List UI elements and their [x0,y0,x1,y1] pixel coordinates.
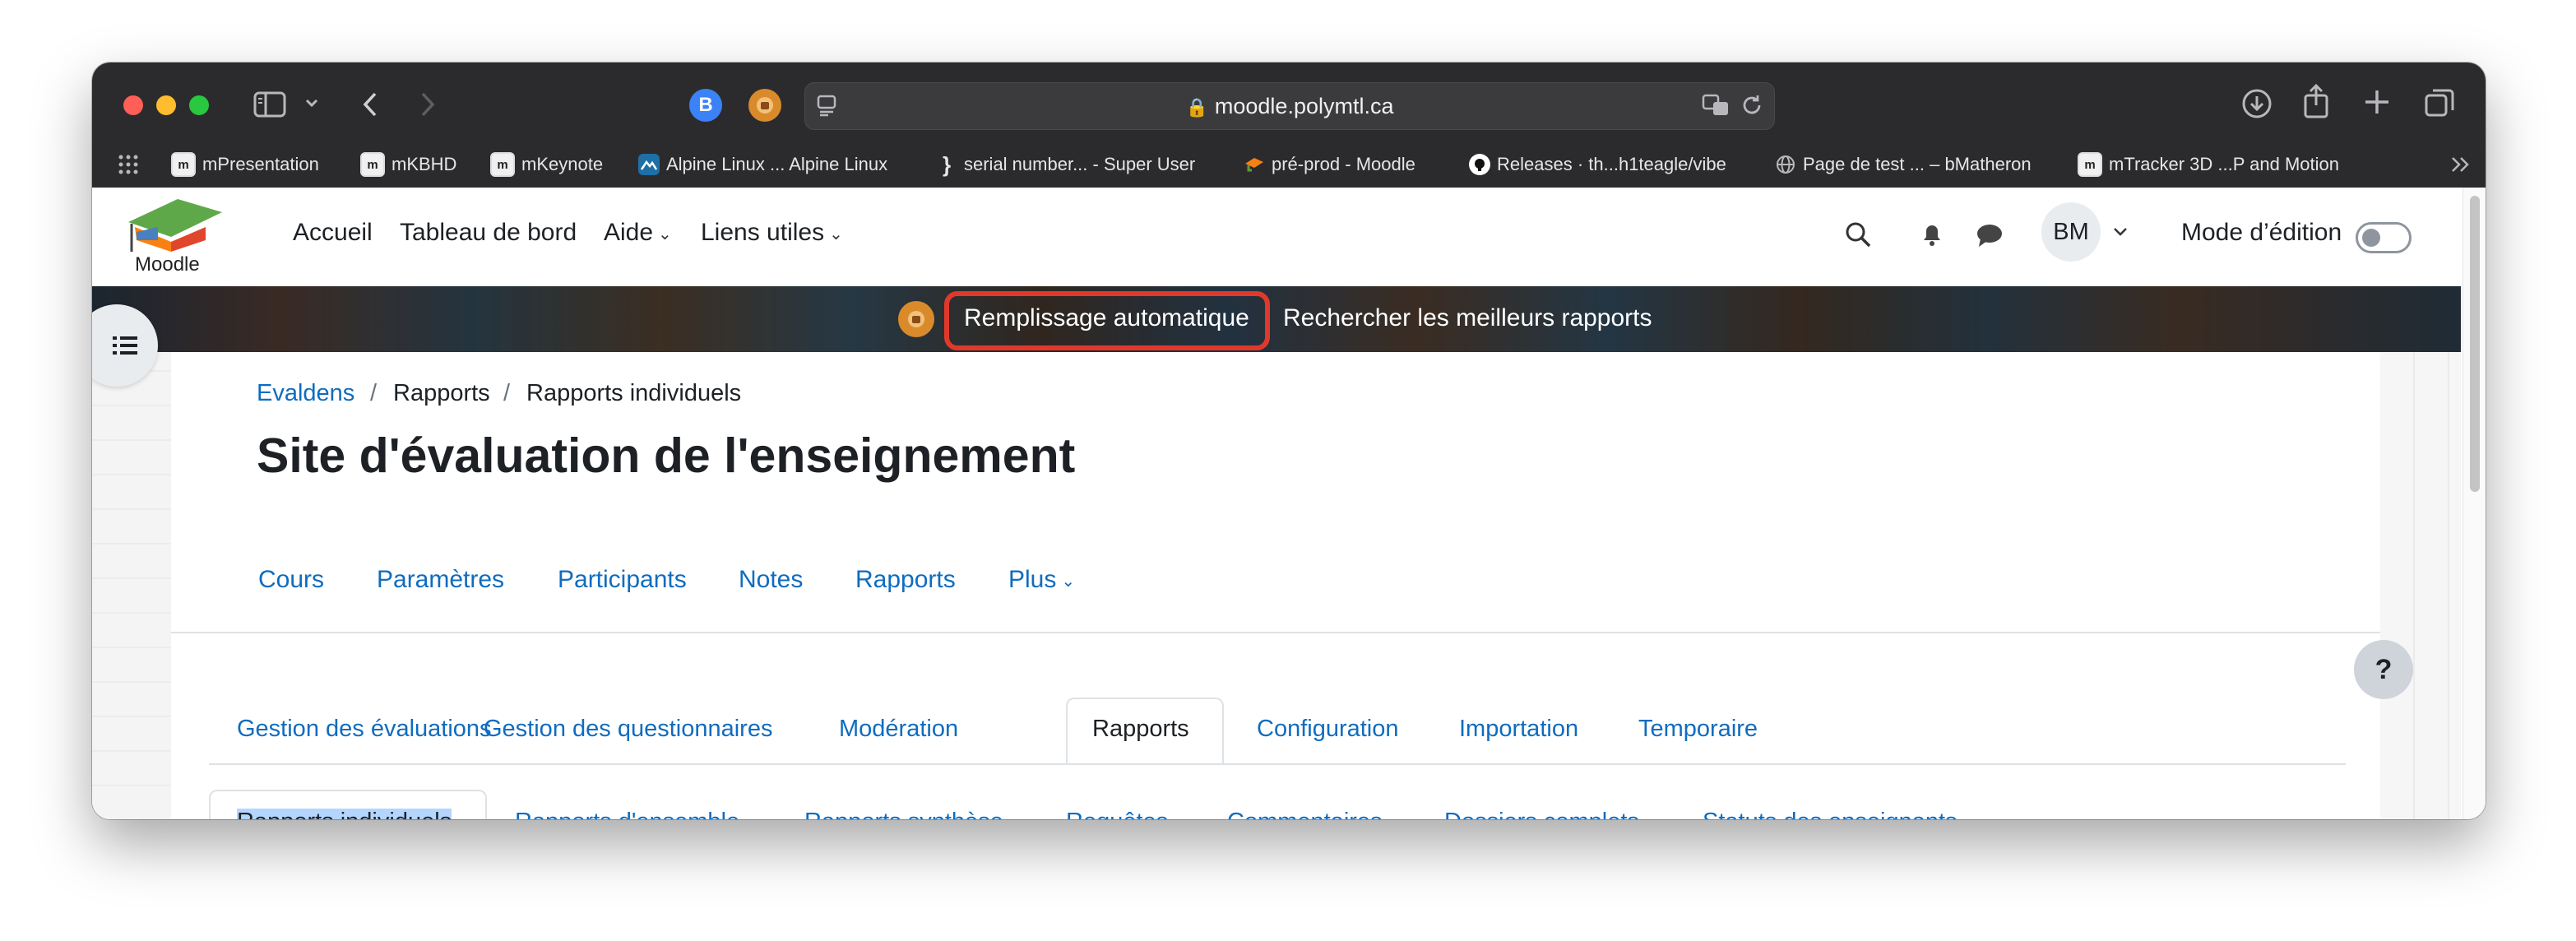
bookmark-mtracker[interactable]: m mTracker 3D ...P and Motion [2078,146,2339,183]
user-avatar[interactable]: BM [2041,202,2101,262]
downloads-icon[interactable] [2240,87,2273,120]
autofill-button[interactable]: Remplissage automatique [964,304,1249,332]
moodle-hat-logo-icon [128,199,222,252]
bookmark-mkeynote[interactable]: m mKeynote [490,146,603,183]
main-content: Evaldens / Rapports / Rapports individue… [171,352,2380,819]
superuser-icon: } [942,151,952,177]
moodle-m-icon: m [2078,152,2102,177]
tab-gestion-questionnaires[interactable]: Gestion des questionnaires [484,716,772,743]
moodle-m-icon: m [360,152,385,177]
tab-rapports[interactable]: Rapports [1092,716,1189,743]
right-background [2380,352,2461,819]
share-icon[interactable] [2301,84,2331,118]
search-icon[interactable] [1844,220,1872,253]
url-text: moodle.polymtl.ca [1214,94,1394,118]
course-nav-cours[interactable]: Cours [258,566,324,594]
divider [171,632,2380,633]
tab-gestion-evaluations[interactable]: Gestion des évaluations [237,716,492,743]
course-nav-plus[interactable]: Plus ⌄ [1008,566,1075,594]
moodle-logo[interactable]: Moodle [120,194,227,276]
bell-icon[interactable] [1920,220,1944,253]
tab-temporaire[interactable]: Temporaire [1638,716,1758,743]
moodle-logo-text: Moodle [135,253,200,276]
globe-icon [1775,154,1796,175]
chevron-down-icon[interactable] [304,95,319,110]
bookmark-superuser[interactable]: } serial number... - Super User [936,146,1195,183]
course-nav-rapports[interactable]: Rapports [855,566,956,594]
nav-tableau-de-bord[interactable]: Tableau de bord [400,219,577,247]
tab-moderation[interactable]: Modération [839,716,958,743]
new-tab-icon[interactable] [2362,87,2392,117]
minimize-window-button[interactable] [156,95,176,115]
nav-aide[interactable]: Aide ⌄ [604,219,672,247]
chat-bubble-icon[interactable] [1976,222,2004,253]
chevron-down-icon: ⌄ [658,225,672,243]
zoom-window-button[interactable] [189,95,209,115]
course-nav-participants[interactable]: Participants [558,566,687,594]
list-icon [113,336,137,355]
subtab-rapports-synthese[interactable]: Rapports synthèse [804,809,1003,819]
subtab-requetes[interactable]: Requêtes [1066,809,1168,819]
address-bar[interactable]: 🔒 moodle.polymtl.ca [804,82,1775,130]
breadcrumb-rapports-individuels: Rapports individuels [526,380,742,406]
subtab-commentaires[interactable]: Commentaires [1227,809,1383,819]
scrollbar-thumb[interactable] [2470,196,2480,492]
breadcrumb-separator: / [503,380,511,406]
bookmark-page-de-test[interactable]: Page de test ... – bMatheron [1775,146,2032,183]
lock-icon: 🔒 [1185,97,1208,118]
page-title: Site d'évaluation de l'enseignement [257,429,1076,483]
scrollbar[interactable] [2462,188,2486,819]
subtab-statuts-enseignants[interactable]: Statuts des enseignants [1703,809,1957,819]
web-page: Moodle Accueil Tableau de bord Aide ⌄ Lie… [92,188,2486,819]
breadcrumb-separator: / [370,380,378,406]
nav-liens-utiles[interactable]: Liens utiles ⌄ [701,219,843,247]
close-window-button[interactable] [123,95,143,115]
bookmark-preprod-moodle[interactable]: pré-prod - Moodle [1244,146,1415,183]
tabs-divider [209,763,2346,765]
moodle-hat-icon [1244,154,1265,175]
extension-avatar-icon[interactable] [748,89,781,122]
alpine-icon [638,154,660,175]
course-nav-notes[interactable]: Notes [739,566,803,594]
bookmark-mkbhd[interactable]: m mKBHD [360,146,456,183]
subtab-rapports-ensemble[interactable]: Rapports d'ensemble [515,809,739,819]
forward-arrow-icon [418,90,438,118]
github-icon [1469,154,1490,175]
breadcrumb-rapports[interactable]: Rapports [393,380,490,407]
browser-toolbar: B 🔒 moodle.polymtl.ca m mPresentation m … [92,63,2486,188]
chevron-down-icon: ⌄ [1061,572,1076,591]
sidebar-toggle-icon[interactable] [253,90,286,118]
subtab-dossiers-complets[interactable]: Dossiers complets [1444,809,1639,819]
moodle-navbar: Moodle Accueil Tableau de bord Aide ⌄ Lie… [92,188,2461,287]
extension-avatar-icon [898,301,934,337]
chevron-down-icon: ⌄ [829,225,843,243]
bookmark-mpresentation[interactable]: m mPresentation [171,146,319,183]
bitwarden-tab-icon[interactable]: B [689,89,722,122]
browser-window: B 🔒 moodle.polymtl.ca m mPresentation m … [92,63,2486,819]
bookmark-github-releases[interactable]: Releases · th...h1teagle/vibe [1469,146,1726,183]
edit-mode-label: Mode d’édition [2181,219,2342,246]
moodle-m-icon: m [490,152,515,177]
search-reports-button[interactable]: Rechercher les meilleurs rapports [1283,304,1652,332]
translate-icon[interactable] [1702,93,1731,118]
help-button[interactable]: ? [2354,640,2413,699]
back-arrow-icon[interactable] [360,90,380,118]
bookmark-alpine-linux[interactable]: Alpine Linux ... Alpine Linux [638,146,887,183]
more-bookmarks-icon[interactable] [2449,153,2472,176]
tab-overview-icon[interactable] [2423,87,2456,120]
breadcrumb-evaldens[interactable]: Evaldens [257,380,354,407]
edit-mode-toggle[interactable] [2356,222,2412,253]
grid-icon[interactable] [117,153,140,176]
chevron-down-icon[interactable] [2112,224,2129,244]
nav-accueil[interactable]: Accueil [293,219,373,247]
course-nav-parametres[interactable]: Paramètres [377,566,504,594]
autofill-banner: Remplissage automatique Rechercher les m… [92,286,2461,352]
subtab-rapports-individuels[interactable]: Rapports individuels [237,809,452,819]
reload-icon[interactable] [1740,93,1764,118]
left-background [92,352,171,819]
tab-configuration[interactable]: Configuration [1257,716,1399,743]
tab-importation[interactable]: Importation [1459,716,1578,743]
moodle-m-icon: m [171,152,196,177]
